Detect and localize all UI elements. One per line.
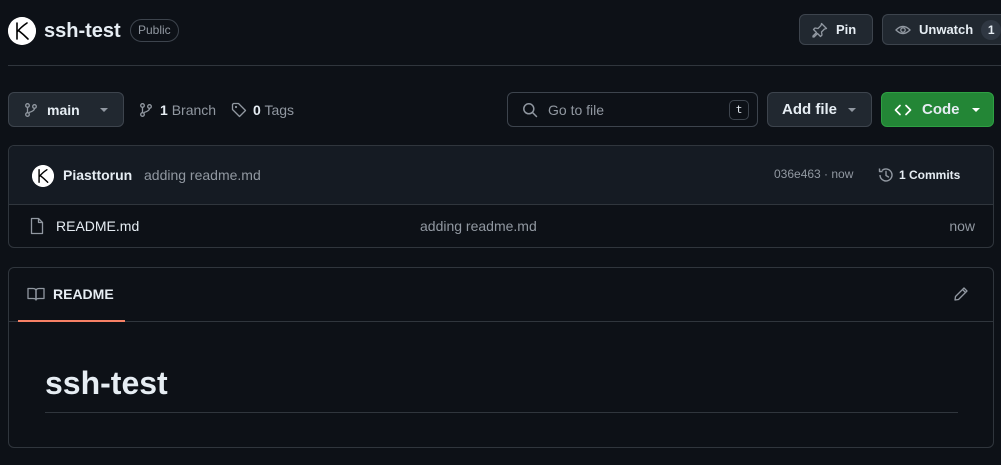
- tags-link[interactable]: 0 Tags: [231, 100, 294, 120]
- caret-down-icon: [847, 107, 857, 113]
- avatar-k-logo-icon: [8, 17, 36, 45]
- readme-heading: ssh-test: [45, 364, 958, 413]
- pencil-edit-icon[interactable]: [953, 286, 969, 302]
- tag-icon: [231, 102, 247, 118]
- branch-name: main: [47, 101, 80, 118]
- pin-label: Pin: [836, 22, 857, 37]
- pin-icon: [812, 22, 828, 38]
- code-brackets-icon: [894, 102, 912, 118]
- pin-button[interactable]: Pin: [799, 14, 873, 45]
- git-branch-icon: [23, 102, 39, 118]
- commit-author-avatar[interactable]: [32, 165, 54, 187]
- file-row[interactable]: README.md adding readme.md now: [9, 205, 993, 247]
- book-icon: [27, 286, 45, 302]
- caret-down-icon: [971, 107, 981, 113]
- keyboard-shortcut-hint: t: [729, 99, 749, 120]
- file-commit-message[interactable]: adding readme.md: [420, 218, 537, 234]
- commit-sha-time[interactable]: 036e463 · now: [774, 167, 853, 181]
- commits-history-link[interactable]: 1 Commits: [877, 166, 960, 184]
- add-file-button[interactable]: Add file: [767, 92, 872, 127]
- readme-tab-label: README: [53, 286, 114, 302]
- history-icon: [877, 166, 895, 184]
- repo-header: ssh-test Public Pin Unwatch 1: [8, 0, 1001, 66]
- go-to-file-placeholder: Go to file: [548, 101, 605, 118]
- branch-count: 1: [160, 102, 168, 118]
- search-icon: [522, 102, 538, 118]
- repo-name[interactable]: ssh-test: [44, 17, 121, 45]
- branches-link[interactable]: 1 Branch: [138, 100, 216, 120]
- readme-header: README: [9, 268, 993, 322]
- commit-message[interactable]: adding readme.md: [144, 167, 261, 183]
- visibility-badge: Public: [130, 19, 179, 42]
- latest-commit-row: Piasttorun adding readme.md 036e463 · no…: [9, 146, 993, 205]
- git-branch-icon: [138, 102, 154, 118]
- tag-count: 0: [253, 102, 261, 118]
- caret-down-icon: [99, 107, 109, 113]
- owner-avatar[interactable]: [8, 17, 36, 45]
- go-to-file-input[interactable]: Go to file t: [507, 92, 758, 127]
- unwatch-button[interactable]: Unwatch 1: [882, 14, 1001, 45]
- unwatch-label: Unwatch: [919, 22, 974, 37]
- file-name[interactable]: README.md: [56, 218, 139, 234]
- branch-count-label: Branch: [171, 102, 217, 118]
- branch-selector-button[interactable]: main: [8, 92, 124, 127]
- code-label: Code: [922, 101, 960, 118]
- commit-author[interactable]: Piasttorun: [63, 167, 132, 183]
- tab-readme[interactable]: README: [18, 268, 125, 322]
- file-icon: [29, 217, 45, 235]
- commits-count-label: 1 Commits: [899, 168, 961, 182]
- readme-panel: README ssh-test: [8, 267, 994, 448]
- code-button[interactable]: Code: [881, 92, 994, 127]
- readme-content: ssh-test: [9, 322, 993, 413]
- watch-count-badge: 1: [981, 19, 1001, 40]
- add-file-label: Add file: [782, 101, 837, 118]
- tag-count-label: Tags: [264, 102, 295, 118]
- file-commit-time: now: [949, 218, 975, 234]
- avatar-k-logo-icon: [32, 165, 54, 187]
- file-browser: Piasttorun adding readme.md 036e463 · no…: [8, 145, 994, 248]
- eye-icon: [895, 22, 911, 38]
